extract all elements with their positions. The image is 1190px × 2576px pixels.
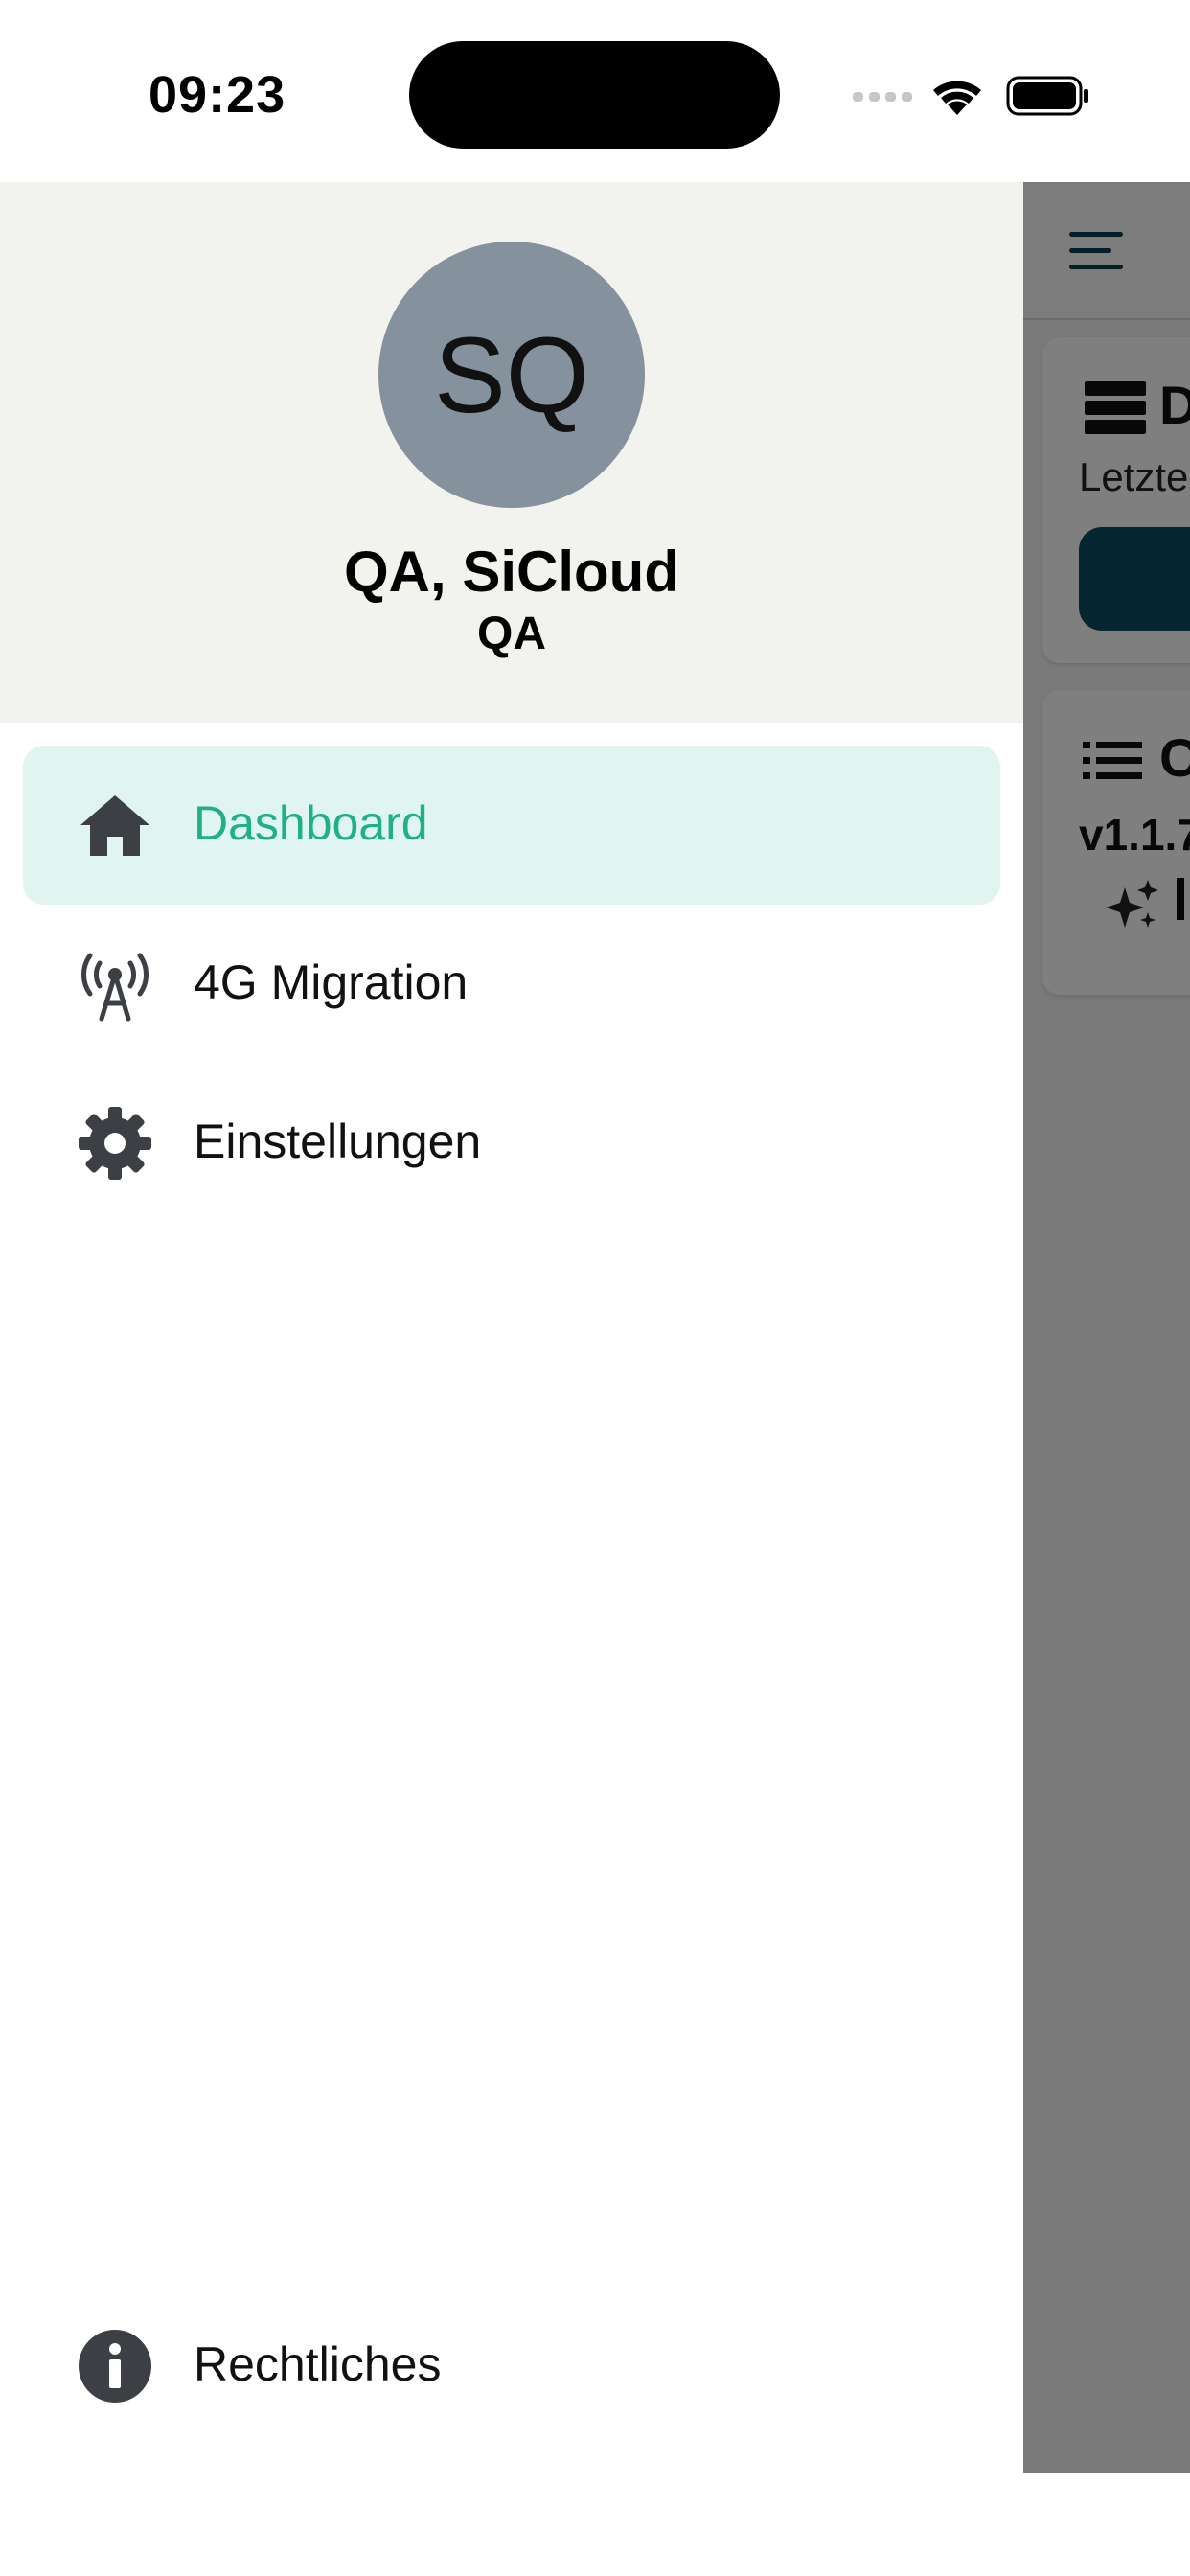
avatar: SQ [378, 242, 645, 508]
nav-item-label: Rechtliches [194, 2337, 442, 2391]
nav-item-4g-migration[interactable]: 4G Migration [23, 905, 1000, 1064]
home-icon [80, 795, 149, 856]
gear-icon [79, 1107, 151, 1180]
nav-item-settings[interactable]: Einstellungen [23, 1064, 1000, 1223]
navigation-drawer: SQ QA, SiCloud QA Dashboard 4G Migration… [0, 182, 1023, 2576]
status-icons [853, 76, 1088, 116]
status-bar: 09:23 [0, 0, 1190, 182]
nav-item-label: Einstellungen [194, 1115, 482, 1168]
info-icon [79, 2330, 151, 2403]
avatar-initials: SQ [434, 314, 589, 435]
main-content-background: D Letzte C v1.1.7 [1023, 182, 1190, 2472]
dynamic-island [409, 41, 780, 149]
user-organization: QA [477, 609, 546, 659]
nav-item-label: Dashboard [194, 796, 428, 850]
nav-item-legal[interactable]: Rechtliches [23, 2287, 1000, 2446]
user-name: QA, SiCloud [344, 540, 679, 604]
nav-item-dashboard[interactable]: Dashboard [23, 746, 1000, 905]
cellular-signal-icon [853, 92, 912, 102]
nav-item-label: 4G Migration [194, 955, 469, 1009]
antenna-icon [81, 953, 149, 1022]
status-time: 09:23 [149, 66, 286, 124]
drawer-scrim[interactable] [1023, 182, 1190, 2472]
app-root: 09:23 SQ QA, SiCloud QA Dashboard 4G Mig… [0, 0, 1190, 2576]
wifi-icon [933, 80, 981, 115]
battery-icon [1006, 76, 1088, 116]
home-indicator-area [0, 2472, 1190, 2576]
drawer-header: SQ QA, SiCloud QA [0, 182, 1023, 723]
